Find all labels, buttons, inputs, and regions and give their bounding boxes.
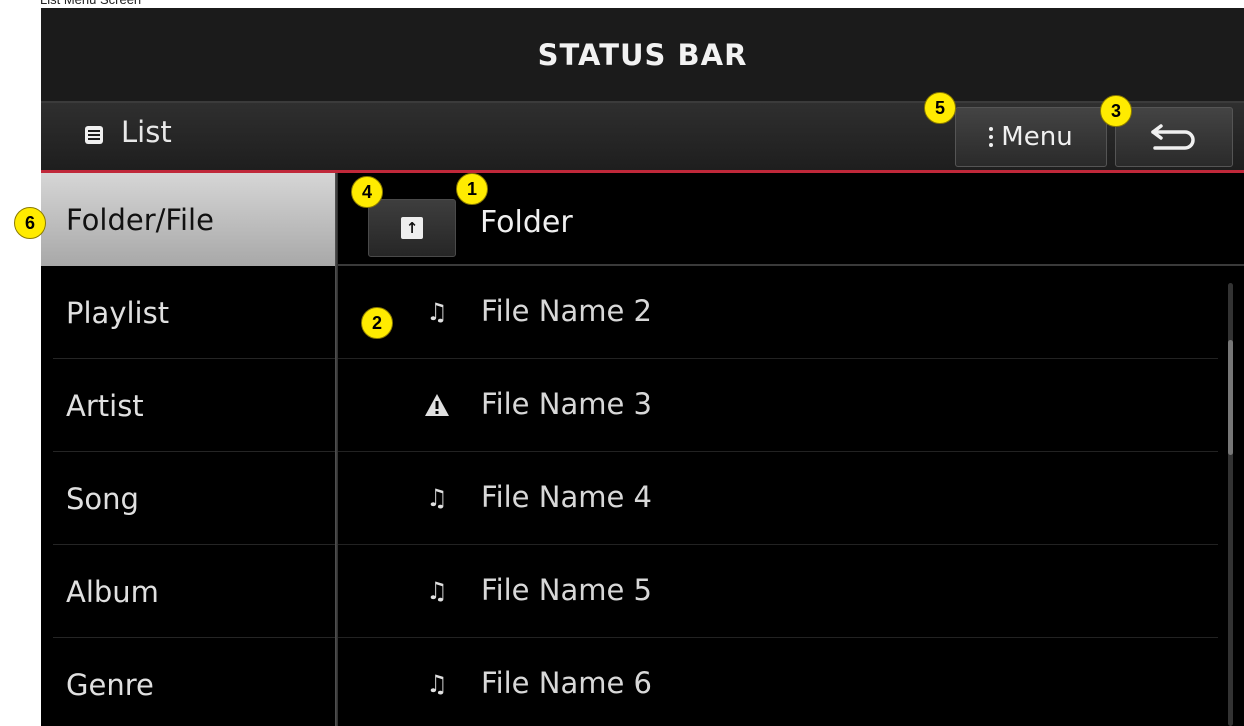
- sidebar-item-genre[interactable]: Genre: [41, 638, 335, 726]
- sidebar-item-label: Album: [66, 574, 159, 609]
- title-bar: List Menu: [41, 103, 1244, 173]
- sidebar-item-playlist[interactable]: Playlist: [41, 266, 335, 359]
- category-sidebar: Folder/File Playlist Artist Song Album G…: [41, 173, 335, 726]
- callout-badge-6: 6: [14, 207, 46, 239]
- file-name: File Name 5: [481, 573, 652, 607]
- sidebar-item-label: Song: [66, 481, 139, 516]
- scrollbar[interactable]: [1228, 283, 1233, 726]
- sidebar-item-label: Playlist: [66, 295, 170, 330]
- file-list-item[interactable]: ♫ File Name 5: [338, 545, 1218, 638]
- sidebar-item-artist[interactable]: Artist: [41, 359, 335, 452]
- status-bar: STATUS BAR: [41, 8, 1244, 103]
- callout-badge-2: 2: [361, 307, 393, 339]
- file-name: File Name 3: [481, 387, 652, 421]
- sidebar-item-label: Folder/File: [66, 202, 214, 237]
- status-bar-label: STATUS BAR: [537, 37, 748, 72]
- folder-up-button[interactable]: ↑: [368, 199, 456, 257]
- sidebar-item-label: Artist: [66, 388, 144, 423]
- file-name: File Name 6: [481, 666, 652, 700]
- scrollbar-thumb[interactable]: [1228, 340, 1233, 455]
- file-list-item[interactable]: ♫ File Name 2: [338, 266, 1218, 359]
- sidebar-item-song[interactable]: Song: [41, 452, 335, 545]
- warning-icon: [422, 390, 452, 420]
- music-note-icon: ♫: [426, 298, 448, 326]
- folder-up-icon: ↑: [401, 217, 423, 239]
- callout-badge-3: 3: [1100, 95, 1132, 127]
- music-note-icon: ♫: [426, 577, 448, 605]
- list-icon: [85, 126, 103, 144]
- sidebar-item-folder-file[interactable]: Folder/File: [41, 173, 335, 266]
- back-arrow-icon: [1151, 124, 1195, 150]
- music-note-icon: ♫: [426, 670, 448, 698]
- sidebar-item-album[interactable]: Album: [41, 545, 335, 638]
- callout-badge-1: 1: [456, 173, 488, 205]
- caption: List Menu Screen: [40, 0, 141, 8]
- file-list-item[interactable]: ♫ File Name 4: [338, 452, 1218, 545]
- file-name: File Name 2: [481, 294, 652, 328]
- file-browser: ↑ Folder ♫ File Name 2 File Name 3 ♫ Fil…: [338, 173, 1244, 726]
- page-title: List: [121, 115, 172, 149]
- callout-badge-5: 5: [924, 92, 956, 124]
- menu-button[interactable]: Menu: [955, 107, 1107, 167]
- menu-button-label: Menu: [1001, 122, 1073, 152]
- back-button[interactable]: [1115, 107, 1233, 167]
- list-menu-screen: STATUS BAR List Menu Folder/File Playlis…: [41, 8, 1244, 726]
- more-vertical-icon: [989, 127, 994, 147]
- file-name: File Name 4: [481, 480, 652, 514]
- file-list-item[interactable]: File Name 3: [338, 359, 1218, 452]
- callout-badge-4: 4: [351, 176, 383, 208]
- sidebar-item-label: Genre: [66, 667, 154, 702]
- file-list-item[interactable]: ♫ File Name 6: [338, 638, 1218, 726]
- current-folder-name: Folder: [480, 205, 573, 240]
- music-note-icon: ♫: [426, 484, 448, 512]
